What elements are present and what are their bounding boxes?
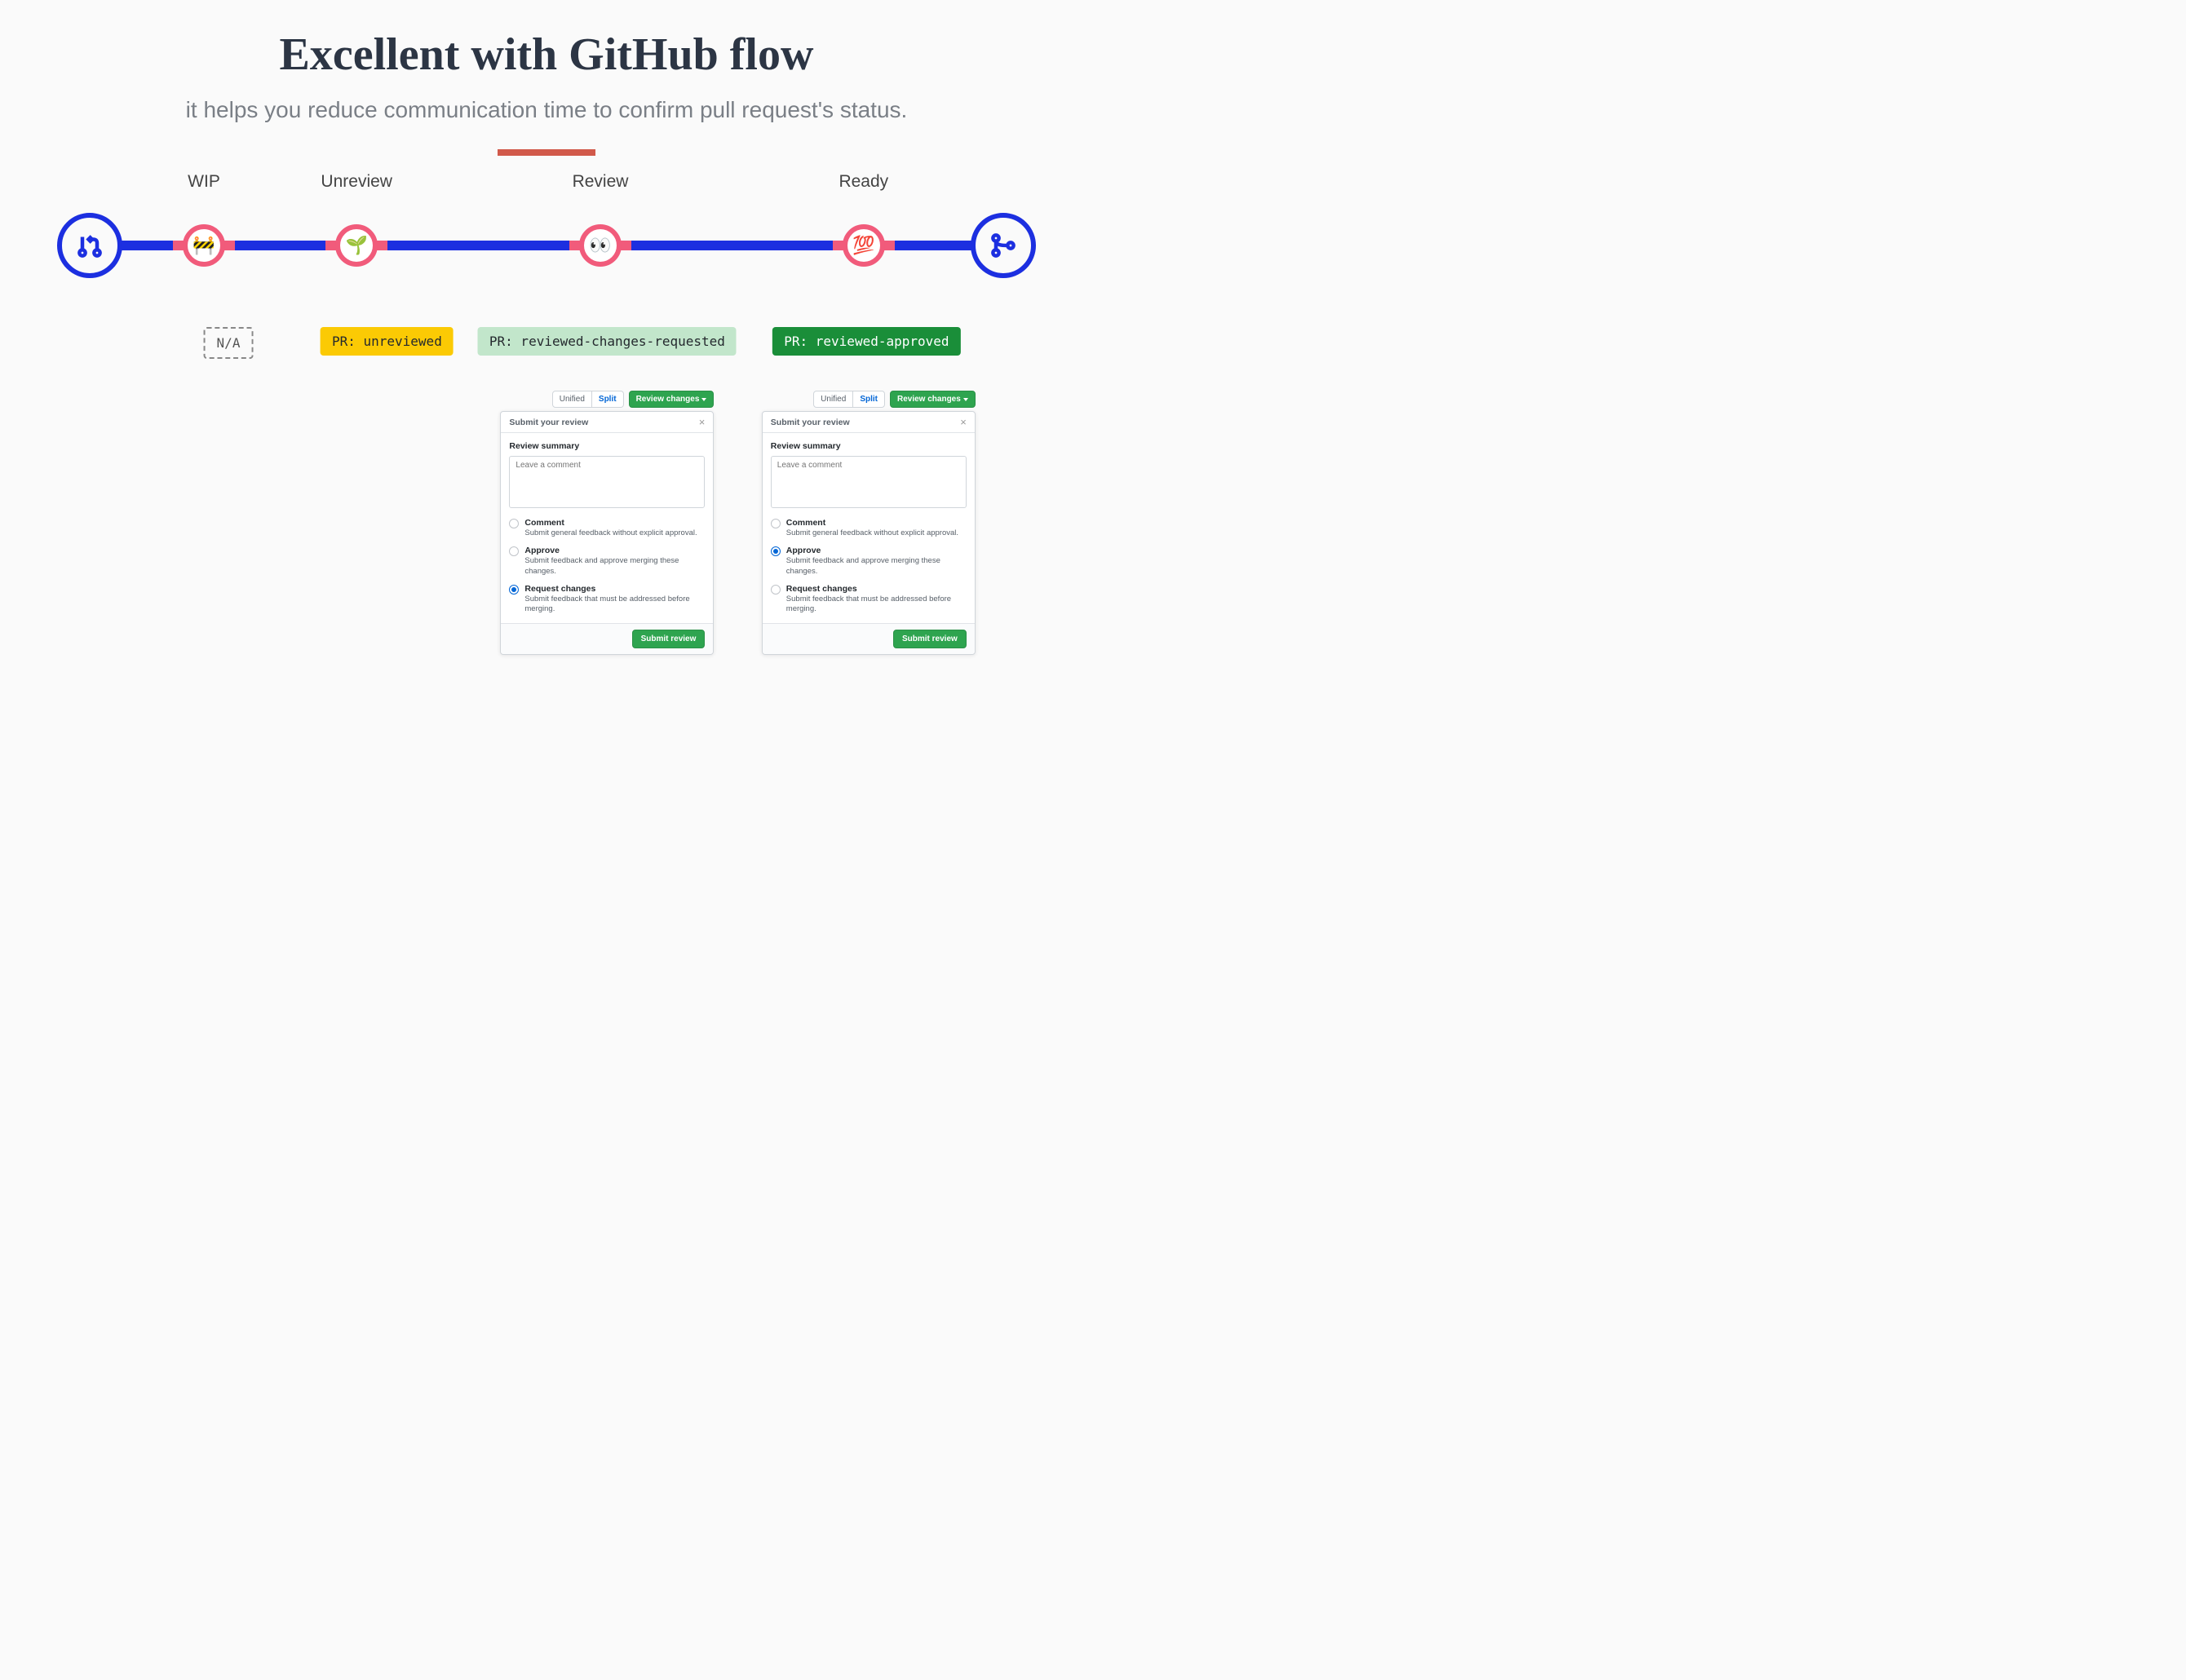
review-option-desc: Submit feedback and approve merging thes… xyxy=(786,556,967,577)
review-option-label: Request changes xyxy=(524,584,705,594)
popover-header: Submit your review × xyxy=(763,412,975,433)
review-summary-label: Review summary xyxy=(509,441,705,451)
popover-header: Submit your review × xyxy=(501,412,713,433)
chevron-down-icon xyxy=(963,398,968,401)
submit-review-button[interactable]: Submit review xyxy=(893,630,967,648)
submit-review-button[interactable]: Submit review xyxy=(632,630,706,648)
diff-toolbar: UnifiedSplit Review changes xyxy=(762,391,976,408)
stage-label-unreview: Unreview xyxy=(321,172,392,192)
review-panels-row: UnifiedSplitReview changesSubmit your re… xyxy=(57,391,1036,701)
flow-start-node xyxy=(57,213,122,278)
popover-title: Submit your review xyxy=(509,418,588,427)
review-option-label: Approve xyxy=(786,546,967,555)
review-option-desc: Submit feedback that must be addressed b… xyxy=(786,595,967,615)
review-summary-label: Review summary xyxy=(771,441,967,451)
pull-request-icon xyxy=(75,231,104,260)
review-changes-button[interactable]: Review changes xyxy=(890,391,976,408)
review-changes-label: Review changes xyxy=(897,395,961,404)
stage-label-wip: WIP xyxy=(188,172,220,192)
page-title: Excellent with GitHub flow xyxy=(0,29,1093,81)
stage-node-ready: 💯 xyxy=(843,224,885,267)
flow-end-node xyxy=(971,213,1036,278)
popover-body: Review summary CommentSubmit general feed… xyxy=(763,433,975,623)
badges-row: N/A PR: unreviewed PR: reviewed-changes-re… xyxy=(57,327,1036,368)
radio-icon[interactable] xyxy=(509,519,519,528)
unified-toggle[interactable]: Unified xyxy=(814,391,852,407)
review-option-request[interactable]: Request changesSubmit feedback that must… xyxy=(509,584,705,615)
radio-icon[interactable] xyxy=(771,585,781,595)
chevron-down-icon xyxy=(701,398,706,401)
review-option-approve[interactable]: ApproveSubmit feedback and approve mergi… xyxy=(771,546,967,577)
review-panel-ready: UnifiedSplit Review changes Submit your re… xyxy=(762,391,976,655)
page-subtitle: it helps you reduce communication time t… xyxy=(0,97,1093,123)
review-option-comment[interactable]: CommentSubmit general feedback without e… xyxy=(509,518,705,538)
review-changes-button[interactable]: Review changes xyxy=(629,391,715,408)
diff-view-toggle[interactable]: UnifiedSplit xyxy=(552,391,624,408)
review-popover: Submit your review × Review summary Comment… xyxy=(500,411,714,655)
merge-icon xyxy=(989,231,1018,260)
review-option-label: Approve xyxy=(524,546,705,555)
pr-label-badge: N/A xyxy=(204,327,254,359)
pr-label-badge: PR: unreviewed xyxy=(321,327,454,356)
review-option-label: Request changes xyxy=(786,584,967,594)
pr-label-badge: PR: reviewed-approved xyxy=(772,327,960,356)
review-option-label: Comment xyxy=(524,518,697,528)
review-popover: Submit your review × Review summary Comment… xyxy=(762,411,976,655)
radio-icon[interactable] xyxy=(509,585,519,595)
review-comment-input[interactable] xyxy=(771,456,967,508)
split-toggle[interactable]: Split xyxy=(852,391,884,407)
popover-footer: Submit review xyxy=(501,623,713,654)
stage-node-wip: 🚧 xyxy=(183,224,225,267)
popover-body: Review summary CommentSubmit general feed… xyxy=(501,433,713,623)
popover-title: Submit your review xyxy=(771,418,850,427)
close-icon[interactable]: × xyxy=(699,417,706,427)
split-toggle[interactable]: Split xyxy=(591,391,623,407)
review-option-desc: Submit feedback and approve merging thes… xyxy=(524,556,705,577)
stage-node-review: 👀 xyxy=(579,224,622,267)
stage-node-unreview: 🌱 xyxy=(335,224,378,267)
hero-section: Excellent with GitHub flow it helps you … xyxy=(0,0,1093,156)
unified-toggle[interactable]: Unified xyxy=(553,391,591,407)
review-panel-review: UnifiedSplit Review changes Submit your re… xyxy=(500,391,714,655)
diff-view-toggle[interactable]: UnifiedSplit xyxy=(813,391,885,408)
review-comment-input[interactable] xyxy=(509,456,705,508)
radio-icon[interactable] xyxy=(771,519,781,528)
stage-label-review: Review xyxy=(573,172,629,192)
review-option-label: Comment xyxy=(786,518,958,528)
divider xyxy=(498,149,595,156)
diff-toolbar: UnifiedSplit Review changes xyxy=(500,391,714,408)
radio-icon[interactable] xyxy=(509,546,519,556)
review-option-desc: Submit general feedback without explicit… xyxy=(786,528,958,538)
review-option-desc: Submit feedback that must be addressed b… xyxy=(524,595,705,615)
review-option-desc: Submit general feedback without explicit… xyxy=(524,528,697,538)
review-option-request[interactable]: Request changesSubmit feedback that must… xyxy=(771,584,967,615)
stage-label-ready: Ready xyxy=(839,172,888,192)
pr-label-badge: PR: reviewed-changes-requested xyxy=(478,327,737,356)
review-option-comment[interactable]: CommentSubmit general feedback without e… xyxy=(771,518,967,538)
flow-diagram: WIPUnreviewReviewReady 🚧🌱👀💯 xyxy=(57,205,1036,327)
radio-icon[interactable] xyxy=(771,546,781,556)
popover-footer: Submit review xyxy=(763,623,975,654)
review-option-approve[interactable]: ApproveSubmit feedback and approve mergi… xyxy=(509,546,705,577)
close-icon[interactable]: × xyxy=(960,417,967,427)
review-changes-label: Review changes xyxy=(636,395,700,404)
